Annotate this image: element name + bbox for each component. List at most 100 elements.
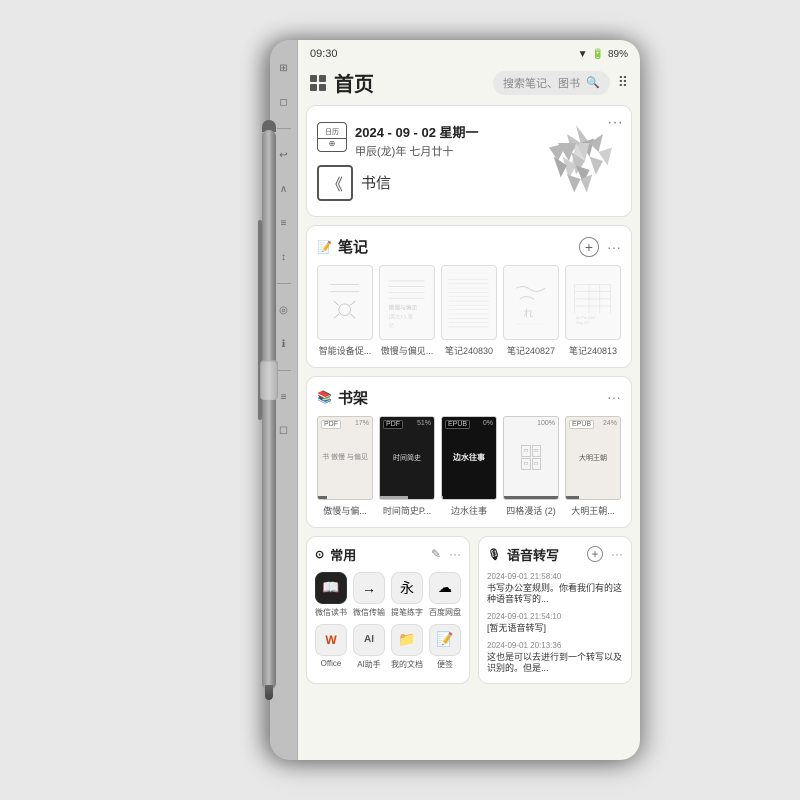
header-more-icon[interactable]: ⠿ xyxy=(618,74,628,91)
note-item-0[interactable]: 智能设备促... xyxy=(317,265,373,357)
common-edit-btn[interactable]: ✎ xyxy=(431,547,441,561)
book-label-4: 大明王朝... xyxy=(565,504,621,517)
book-cover-4: EPUB 大明王朝 24% xyxy=(565,416,621,500)
notes-more-btn[interactable]: ··· xyxy=(607,239,621,255)
transcript-item-0[interactable]: 2024-09-01 21:58:40 书写办公室规则。你看我们有的这种语音转写… xyxy=(487,572,623,606)
book-cover-icon: 《 xyxy=(317,165,353,201)
spine-btn-back[interactable]: ◻ xyxy=(276,94,292,110)
notes-actions: + ··· xyxy=(579,237,621,257)
search-bar[interactable]: 搜索笔记、图书 🔍 xyxy=(493,71,610,95)
device-container: ⊞ ◻ ↩ ∧ ≡ ↕ ◎ ℹ ≡ ☐ 09:30 ▼ 🔋 89% xyxy=(140,40,660,760)
book-cover-1: PDF 时间简史 51% xyxy=(379,416,435,500)
voice-more-btn[interactable]: ··· xyxy=(611,547,623,561)
book-badge-1: PDF xyxy=(383,420,403,429)
status-right: ▼ 🔋 89% xyxy=(578,49,628,60)
cal-dates: 2024 - 09 - 02 星期一 甲辰(龙)年 七月廿十 xyxy=(355,122,479,159)
note-label-2: 笔记240830 xyxy=(441,344,497,357)
app-label-weixin-transfer: 微信传输 xyxy=(353,607,385,618)
book-item-3[interactable]: □ □ □ □ 100% 四格漫话 (2) xyxy=(503,416,559,517)
app-item-office[interactable]: W Office xyxy=(315,624,347,670)
calendar-date-sub: 甲辰(龙)年 七月廿十 xyxy=(355,143,479,159)
app-label-office: Office xyxy=(321,659,342,668)
book-label-0: 傲慢与偏... xyxy=(317,504,373,517)
app-item-sticky-note[interactable]: 📝 便签 xyxy=(429,624,461,670)
transcript-time-2: 2024-09-01 20:13:36 xyxy=(487,641,623,650)
app-item-calligraphy[interactable]: 永 提笔练字 xyxy=(391,572,423,618)
spine-btn-apps[interactable]: ⊞ xyxy=(276,60,292,76)
transcript-time-1: 2024-09-01 21:54:10 xyxy=(487,612,623,621)
book-label-2: 边水往事 xyxy=(441,504,497,517)
calendar-info: 日历 ⊕ 2024 - 09 - 02 星期一 甲辰(龙)年 七月廿十 《 xyxy=(317,122,531,201)
app-label-my-docs: 我的文档 xyxy=(391,659,423,670)
common-actions: ✎ ··· xyxy=(431,547,461,561)
book-item-4[interactable]: EPUB 大明王朝 24% 大明王朝... xyxy=(565,416,621,517)
transcript-time-0: 2024-09-01 21:58:40 xyxy=(487,572,623,581)
app-icon-calligraphy: 永 xyxy=(391,572,423,604)
note-label-4: 笔记240813 xyxy=(565,344,621,357)
notes-section-title: 📝 笔记 xyxy=(317,236,368,257)
note-label-3: 笔记240827 xyxy=(503,344,559,357)
app-label-baidu-pan: 百度网盘 xyxy=(429,607,461,618)
calendar-date-main: 2024 - 09 - 02 星期一 xyxy=(355,122,479,141)
book-badge-0: PDF xyxy=(321,420,341,429)
app-item-weixin-read[interactable]: 📖 微信读书 xyxy=(315,572,347,618)
stylus-button[interactable] xyxy=(260,360,278,400)
app-grid: 📖 微信读书 → 微信传输 xyxy=(315,572,461,670)
transcript-text-1: [暂无语音转写] xyxy=(487,623,623,635)
books-grid: PDF 书 傲慢 与偏见 17% 傲慢与偏... PDF 时间简史 xyxy=(317,416,621,517)
app-item-weixin-transfer[interactable]: → 微信传输 xyxy=(353,572,385,618)
transcript-list: 2024-09-01 21:58:40 书写办公室规则。你看我们有的这种语音转写… xyxy=(487,572,623,675)
app-icon-weixin-read: 📖 xyxy=(315,572,347,604)
bookshelf-icon: 📚 xyxy=(317,390,332,404)
book-title: 书信 xyxy=(361,172,391,193)
app-label-calligraphy: 提笔练字 xyxy=(391,607,423,618)
note-item-2[interactable]: 笔记240830 xyxy=(441,265,497,357)
app-icon-sticky-note: 📝 xyxy=(429,624,461,656)
note-item-4[interactable]: Air Pro SAF Tiny 777 笔记240813 xyxy=(565,265,621,357)
transcript-item-1[interactable]: 2024-09-01 21:54:10 [暂无语音转写] xyxy=(487,612,623,635)
app-item-baidu-pan[interactable]: ☁ 百度网盘 xyxy=(429,572,461,618)
cal-icon-row: 日历 ⊕ 2024 - 09 - 02 星期一 甲辰(龙)年 七月廿十 xyxy=(317,122,531,159)
bird-illustration xyxy=(531,116,621,206)
common-section-title: ⊙ 常用 xyxy=(315,545,356,564)
book-item-1[interactable]: PDF 时间简史 51% 时间简史P... xyxy=(379,416,435,517)
note-thumb-1: 傲慢与偏见 (英文)·1.笔 记 xyxy=(379,265,435,340)
app-item-my-docs[interactable]: 📁 我的文档 xyxy=(391,624,423,670)
note-label-1: 傲慢与偏见... xyxy=(379,344,435,357)
transcript-item-2[interactable]: 2024-09-01 20:13:36 这也是可以去进行到一个转写以及识别的。但… xyxy=(487,641,623,675)
app-item-ai[interactable]: AI AI助手 xyxy=(353,624,385,670)
calendar-card[interactable]: ··· 日历 ⊕ 2024 - 09 - 02 星期一 甲辰(龙)年 七月廿 xyxy=(306,105,632,217)
voice-add-btn[interactable]: + xyxy=(587,546,603,562)
book-item-0[interactable]: PDF 书 傲慢 与偏见 17% 傲慢与偏... xyxy=(317,416,373,517)
main-device: ⊞ ◻ ↩ ∧ ≡ ↕ ◎ ℹ ≡ ☐ 09:30 ▼ 🔋 89% xyxy=(270,40,640,760)
stylus xyxy=(258,120,280,700)
progress-bar-1 xyxy=(380,496,408,499)
svg-text:Tiny 777: Tiny 777 xyxy=(576,321,590,325)
apps-icon[interactable] xyxy=(310,75,326,91)
svg-text:れ: れ xyxy=(524,308,534,320)
voice-section-title: 🎙 语音转写 xyxy=(487,545,559,564)
svg-text:记: 记 xyxy=(389,322,394,329)
app-label-sticky-note: 便签 xyxy=(437,659,453,670)
svg-text:Air Pro SAF: Air Pro SAF xyxy=(576,316,596,320)
voice-section-header: 🎙 语音转写 + ··· xyxy=(487,545,623,564)
book-cover-0: PDF 书 傲慢 与偏见 17% xyxy=(317,416,373,500)
common-icon: ⊙ xyxy=(315,548,324,561)
book-row: 《 书信 xyxy=(317,165,531,201)
book-badge-2: EPUB xyxy=(445,420,470,429)
notes-section-header: 📝 笔记 + ··· xyxy=(317,236,621,257)
bottom-row: ⊙ 常用 ✎ ··· 📖 xyxy=(306,536,632,684)
stylus-tip xyxy=(265,685,273,700)
note-item-3[interactable]: れ 笔记240827 xyxy=(503,265,559,357)
note-item-1[interactable]: 傲慢与偏见 (英文)·1.笔 记 傲慢与偏见... xyxy=(379,265,435,357)
header: 首页 搜索笔记、图书 🔍 ⠿ xyxy=(298,64,640,105)
note-thumb-2 xyxy=(441,265,497,340)
common-more-btn[interactable]: ··· xyxy=(449,547,461,561)
transcript-text-2: 这也是可以去进行到一个转写以及识别的。但是... xyxy=(487,652,623,675)
book-item-2[interactable]: EPUB 边水往事 0% 边水往事 xyxy=(441,416,497,517)
progress-bar-0 xyxy=(318,496,327,499)
app-icon-baidu-pan: ☁ xyxy=(429,572,461,604)
bookshelf-more-btn[interactable]: ··· xyxy=(607,389,621,405)
notes-add-btn[interactable]: + xyxy=(579,237,599,257)
note-thumb-4: Air Pro SAF Tiny 777 xyxy=(565,265,621,340)
